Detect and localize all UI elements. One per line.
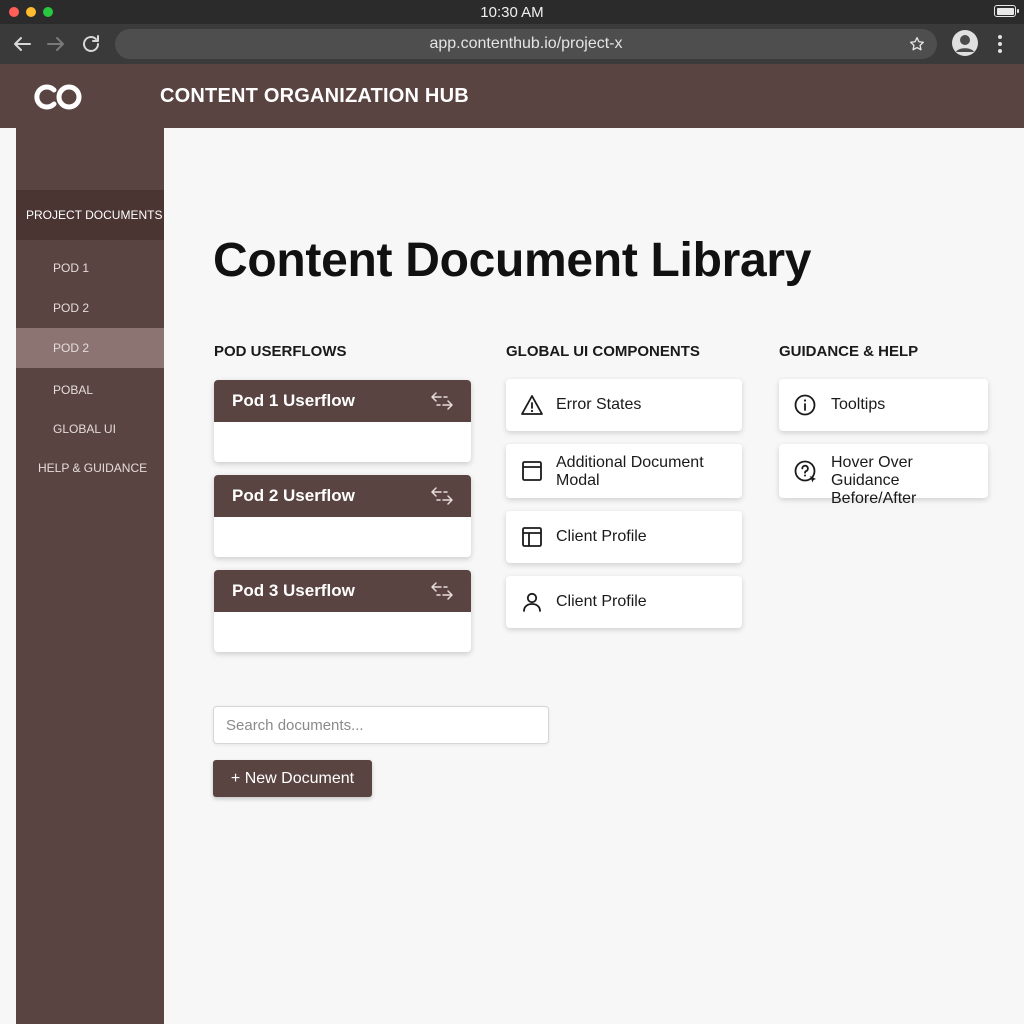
- sidebar-item-pod-1[interactable]: POD 1: [16, 248, 164, 288]
- bookmark-star-icon[interactable]: [909, 36, 925, 52]
- status-bar: 10:30 AM: [0, 0, 1024, 24]
- layout-icon: [522, 527, 542, 547]
- pod-userflows-heading: POD USERFLOWS: [214, 343, 347, 360]
- app-logo[interactable]: CO: [30, 82, 86, 112]
- pod-2-userflow-card[interactable]: Pod 2 Userflow: [214, 475, 471, 557]
- pod-3-userflow-card[interactable]: Pod 3 Userflow: [214, 570, 471, 652]
- address-bar[interactable]: app.contenthub.io/project-x: [115, 29, 937, 59]
- guidance-title: Tooltips: [831, 396, 886, 413]
- app-title: CONTENT ORGANIZATION HUB: [160, 85, 469, 107]
- more-menu-icon[interactable]: [988, 32, 1012, 56]
- global-ui-components-heading: GLOBAL UI COMPONENTS: [506, 343, 700, 360]
- profile-avatar-icon[interactable]: [951, 29, 979, 57]
- sidebar-item-pod-2-active[interactable]: POD 2: [16, 328, 164, 368]
- search-input[interactable]: [213, 706, 549, 744]
- battery-icon: [994, 5, 1019, 17]
- sidebar-item-pobal[interactable]: POBAL: [16, 370, 164, 410]
- guidance-title: Hover Over Guidance Before/After: [831, 454, 917, 507]
- reload-icon[interactable]: [79, 32, 103, 56]
- additional-document-modal-card[interactable]: Additional Document Modal: [506, 444, 742, 498]
- hover-over-guidance-card[interactable]: Hover Over Guidance Before/After: [779, 444, 988, 507]
- component-title: Error States: [556, 396, 642, 413]
- userflow-title: Pod 2 Userflow: [232, 486, 355, 505]
- userflow-title: Pod 3 Userflow: [232, 581, 355, 600]
- sidebar-item-global-ui[interactable]: GLOBAL UI: [16, 409, 164, 449]
- user-icon: [523, 592, 541, 612]
- back-icon[interactable]: [10, 32, 34, 56]
- sidebar-section-title: PROJECT DOCUMENTS: [16, 190, 164, 240]
- sidebar: PROJECT DOCUMENTS POD 1 POD 2 POD 2 POBA…: [16, 128, 164, 1024]
- sidebar-item-pod-2[interactable]: POD 2: [16, 288, 164, 328]
- error-states-card[interactable]: Error States: [506, 379, 742, 431]
- component-title: Additional Document Modal: [556, 454, 704, 489]
- userflow-title: Pod 1 Userflow: [232, 391, 355, 410]
- sidebar-item-help-guidance[interactable]: HELP & GUIDANCE: [16, 448, 164, 488]
- pod-1-userflow-card[interactable]: Pod 1 Userflow: [214, 380, 471, 462]
- tooltips-card[interactable]: Tooltips: [779, 379, 988, 431]
- new-document-button[interactable]: + New Document: [213, 760, 372, 797]
- swap-arrows-icon[interactable]: [429, 580, 455, 602]
- client-profile-user-card[interactable]: Client Profile: [506, 576, 742, 628]
- clock: 10:30 AM: [480, 4, 544, 21]
- guidance-help-heading: GUIDANCE & HELP: [779, 343, 919, 360]
- info-icon: [794, 394, 816, 416]
- component-title: Client Profile: [556, 593, 647, 610]
- help-cursor-icon: [794, 460, 816, 483]
- page-title: Content Document Library: [213, 234, 812, 287]
- warning-icon: [521, 395, 543, 415]
- url-text: app.contenthub.io/project-x: [429, 35, 623, 52]
- window-icon: [522, 461, 542, 481]
- swap-arrows-icon[interactable]: [429, 390, 455, 412]
- app-header: CO CONTENT ORGANIZATION HUB: [0, 64, 1024, 128]
- client-profile-card[interactable]: Client Profile: [506, 511, 742, 563]
- browser-toolbar: app.contenthub.io/project-x: [0, 24, 1024, 64]
- forward-icon[interactable]: [44, 32, 68, 56]
- swap-arrows-icon[interactable]: [429, 485, 455, 507]
- component-title: Client Profile: [556, 528, 647, 545]
